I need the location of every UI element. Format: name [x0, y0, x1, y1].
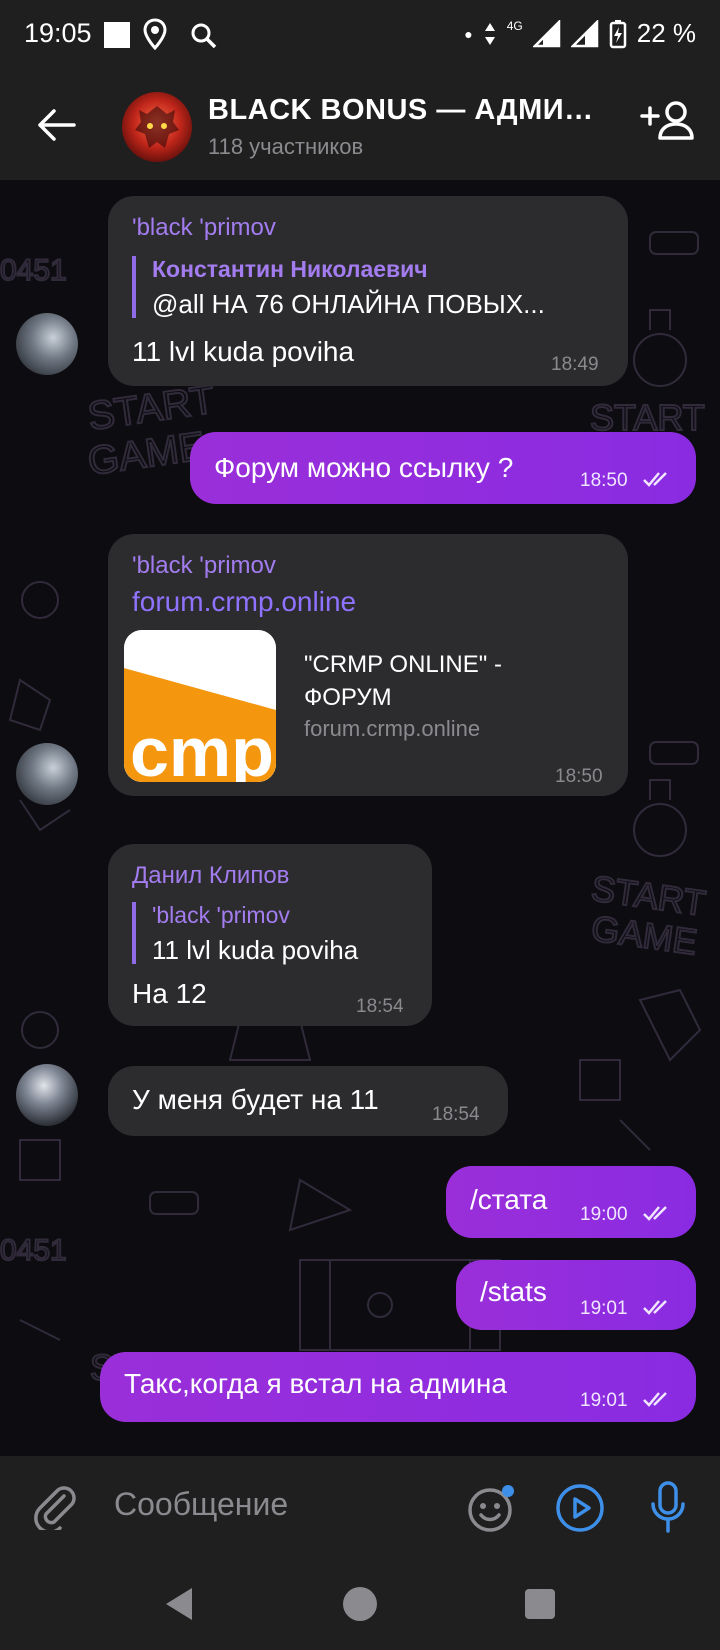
- message-bubble-incoming[interactable]: Данил Клипов 'black 'primov 11 lvl kuda …: [108, 844, 432, 1026]
- status-time: 19:05: [24, 18, 92, 48]
- message-bubble-incoming[interactable]: 'black 'primov forum.crmp.online cmp "CR…: [108, 534, 628, 796]
- preview-site: forum.crmp.online: [304, 716, 481, 741]
- link-preview-image[interactable]: cmp: [124, 630, 276, 782]
- read-ticks-icon: [643, 1392, 667, 1407]
- message-bubble-incoming[interactable]: 'black 'primov Константин Николаевич @al…: [108, 196, 628, 386]
- message-text: /stats: [480, 1276, 547, 1307]
- back-arrow-icon[interactable]: [36, 108, 76, 142]
- status-right: ● 4G 22 %: [464, 18, 696, 49]
- chat-header: BLACK BONUS — АДМИНИСТРАЦИЯ 118 участник…: [0, 72, 720, 180]
- svg-text:0451: 0451: [0, 1234, 67, 1267]
- preview-title-line-1: "CRMP ONLINE" -: [304, 651, 502, 678]
- crmp-logo-icon: cmp: [124, 630, 276, 782]
- message-time: 18:54: [356, 996, 404, 1017]
- reply-sender: Константин Николаевич: [152, 256, 428, 282]
- tiger-logo-icon: [135, 106, 179, 148]
- search-status-icon: [191, 23, 217, 49]
- location-icon: [143, 18, 167, 50]
- sender-name[interactable]: 'black 'primov: [132, 214, 276, 242]
- members-count: 118 участников: [208, 134, 364, 159]
- message-text: /стата: [470, 1184, 548, 1215]
- video-note-icon[interactable]: [554, 1482, 606, 1534]
- emoji-icon[interactable]: [466, 1482, 518, 1534]
- message-link[interactable]: forum.crmp.online: [132, 586, 356, 618]
- network-type: 4G: [506, 18, 523, 33]
- sender-avatar[interactable]: [16, 313, 78, 375]
- group-avatar[interactable]: [122, 92, 192, 162]
- nav-home-icon[interactable]: [342, 1586, 378, 1622]
- system-nav-bar: [0, 1558, 720, 1650]
- reply-text: @all НА 76 ОНЛАЙНА ПОВЫХ...: [152, 289, 545, 319]
- message-input-bar: Сообщение: [0, 1456, 720, 1558]
- signal-icon: [532, 19, 560, 47]
- notification-icon: [104, 22, 130, 48]
- message-time: 19:00: [580, 1204, 628, 1225]
- sender-name[interactable]: Данил Клипов: [132, 862, 289, 890]
- message-text: У меня будет на 11: [132, 1084, 379, 1115]
- battery-charging-icon: [609, 19, 626, 48]
- data-arrows-icon: [484, 22, 495, 45]
- message-text: На 12: [132, 978, 207, 1009]
- preview-title-line-2: ФОРУМ: [304, 684, 392, 711]
- sender-avatar[interactable]: [16, 1064, 78, 1126]
- message-bubble-outgoing[interactable]: /стата 19:00: [446, 1166, 696, 1238]
- reply-quote[interactable]: Константин Николаевич @all НА 76 ОНЛАЙНА…: [132, 256, 545, 319]
- message-time: 18:50: [580, 470, 628, 491]
- status-bar: 19:05 ● 4G 22 %: [0, 0, 720, 72]
- sender-avatar[interactable]: [16, 743, 78, 805]
- dot-icon: ●: [464, 25, 473, 42]
- nav-back-icon[interactable]: [162, 1586, 196, 1622]
- battery-percent: 22 %: [636, 18, 696, 48]
- read-ticks-icon: [643, 472, 667, 487]
- nav-recents-icon[interactable]: [524, 1588, 556, 1620]
- message-bubble-incoming[interactable]: У меня будет на 11 18:54: [108, 1066, 508, 1136]
- message-list[interactable]: START GAME START GAME START 0451 0451 ST…: [0, 180, 720, 1456]
- signal-2-icon: [570, 19, 598, 47]
- read-ticks-icon: [643, 1300, 667, 1315]
- message-time: 19:01: [580, 1298, 628, 1319]
- attach-icon[interactable]: [34, 1484, 78, 1530]
- message-time: 19:01: [580, 1390, 628, 1411]
- crmp-logo-text: cmp: [130, 713, 274, 782]
- chat-title[interactable]: BLACK BONUS — АДМИНИСТРАЦИЯ: [208, 94, 608, 127]
- reply-text: 11 lvl kuda poviha: [152, 935, 359, 965]
- reply-quote[interactable]: 'black 'primov 11 lvl kuda poviha: [132, 902, 359, 965]
- svg-text:0451: 0451: [0, 254, 67, 287]
- message-time: 18:49: [551, 354, 599, 375]
- reply-sender: 'black 'primov: [152, 902, 290, 928]
- message-input[interactable]: Сообщение: [114, 1486, 288, 1523]
- message-bubble-outgoing[interactable]: Форум можно ссылку ? 18:50: [190, 432, 696, 504]
- read-ticks-icon: [643, 1206, 667, 1221]
- microphone-icon[interactable]: [650, 1480, 686, 1534]
- message-time: 18:54: [432, 1104, 480, 1125]
- message-time: 18:50: [555, 766, 603, 787]
- add-member-icon[interactable]: [640, 100, 694, 140]
- sender-name[interactable]: 'black 'primov: [132, 552, 276, 580]
- preview-title[interactable]: "CRMP ONLINE" - ФОРУМ: [304, 648, 502, 714]
- message-bubble-outgoing[interactable]: /stats 19:01: [456, 1260, 696, 1330]
- message-text: Форум можно ссылку ?: [214, 452, 514, 483]
- message-text: 11 lvl kuda poviha: [132, 336, 355, 367]
- message-text: Такс,когда я встал на админа: [124, 1368, 507, 1399]
- message-bubble-outgoing[interactable]: Такс,когда я встал на админа 19:01: [100, 1352, 696, 1422]
